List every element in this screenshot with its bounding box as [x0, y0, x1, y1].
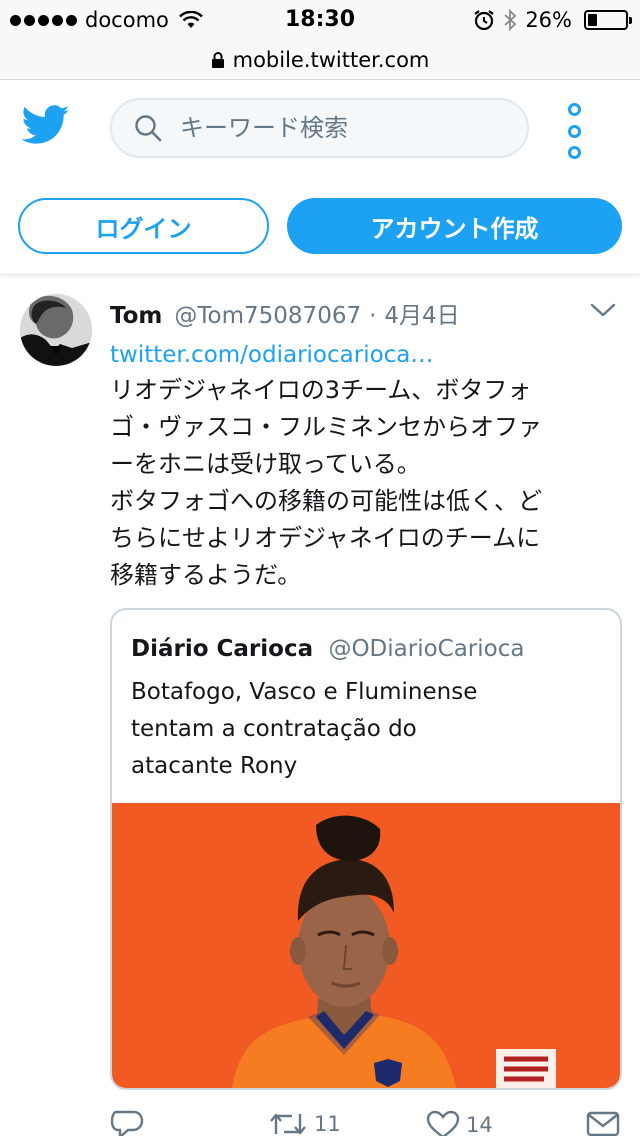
tweet-link[interactable]: twitter.com/odiariocarioca…: [110, 342, 433, 368]
login-button[interactable]: ログイン: [18, 198, 269, 254]
avatar[interactable]: [20, 294, 92, 366]
chevron-down-icon[interactable]: [590, 302, 616, 318]
bluetooth-icon: [504, 9, 517, 31]
reply-icon: [110, 1110, 144, 1136]
search-box[interactable]: [110, 98, 529, 158]
header-separator: ·: [369, 303, 377, 329]
quote-user-handle: @ODiarioCarioca: [328, 636, 525, 662]
quote-text-line: Botafogo, Vasco e Fluminense: [131, 679, 478, 705]
tweet-text-line: ちらにせよリオデジャネイロのチームに: [110, 524, 541, 552]
url-bar[interactable]: mobile.twitter.com: [0, 40, 640, 80]
like-count: 14: [466, 1113, 493, 1136]
direct-message-button[interactable]: [586, 1110, 620, 1136]
app-header: ログイン アカウント作成: [0, 81, 640, 275]
battery-percent: 26%: [525, 8, 572, 32]
quote-photo[interactable]: [112, 803, 620, 1088]
status-right: 26%: [473, 8, 632, 32]
retweet-icon: [270, 1113, 306, 1135]
user-name[interactable]: Tom: [110, 303, 162, 329]
retweet-count: 11: [314, 1112, 341, 1136]
tweet-text-line: ゴ・ヴァスコ・フルミネンセからオファ: [110, 413, 542, 441]
more-options-icon[interactable]: [564, 103, 584, 159]
lock-icon: [211, 51, 224, 68]
tweet-text-line: ボタフォゴへの移籍の可能性は低く、ど: [110, 487, 542, 515]
heart-icon: [426, 1110, 460, 1136]
search-input[interactable]: [180, 114, 480, 142]
signup-button[interactable]: アカウント作成: [287, 198, 622, 254]
alarm-icon: [474, 10, 494, 31]
quote-header: Diário Carioca @ODiarioCarioca: [131, 636, 524, 662]
quote-text: Botafogo, Vasco e Fluminense tentam a co…: [131, 674, 477, 785]
tweet-header: Tom @Tom75087067 · 4月4日: [110, 296, 460, 330]
twitter-bird-logo-icon[interactable]: [22, 105, 70, 145]
tweet-date[interactable]: 4月4日: [384, 296, 459, 330]
quote-text-line: atacante Rony: [131, 753, 298, 779]
tweet-text-line: 移籍するようだ。: [110, 561, 302, 589]
search-icon: [135, 115, 162, 142]
battery-icon: [584, 10, 632, 30]
tweet-text: リオデジャネイロの3チーム、ボタフォ ゴ・ヴァスコ・フルミネンセからオファ ーを…: [110, 372, 622, 594]
status-bar: docomo 18:30 26%: [0, 0, 640, 40]
like-button[interactable]: 14: [426, 1110, 493, 1136]
reply-button[interactable]: [110, 1110, 150, 1136]
quoted-tweet-card[interactable]: Diário Carioca @ODiarioCarioca Botafogo,…: [110, 608, 622, 1090]
tweet-actions: 11 14: [110, 1104, 630, 1136]
envelope-icon: [586, 1111, 620, 1136]
retweet-button[interactable]: 11: [268, 1110, 341, 1136]
tweet-text-line: リオデジャネイロの3チーム、ボタフォ: [110, 376, 532, 404]
user-handle[interactable]: @Tom75087067: [174, 303, 361, 329]
tweet-text-line: ーをホニは受け取っている。: [110, 450, 421, 478]
quote-user-name: Diário Carioca: [131, 636, 314, 662]
quote-text-line: tentam a contratação do: [131, 716, 417, 742]
url-text: mobile.twitter.com: [232, 47, 430, 72]
